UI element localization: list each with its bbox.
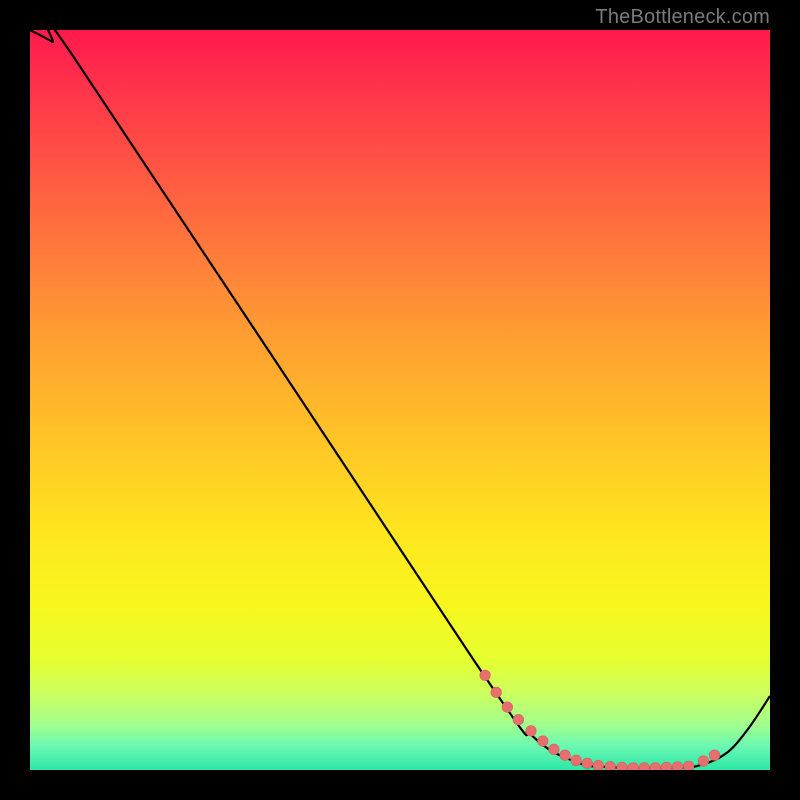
curve-dot — [549, 744, 560, 755]
curve-dot — [650, 763, 661, 771]
curve-dot — [617, 762, 628, 770]
curve-dot — [683, 761, 694, 770]
curve-dot — [526, 726, 537, 737]
curve-dot — [698, 756, 709, 767]
curve-dot — [628, 763, 639, 771]
curve-dot — [709, 750, 720, 761]
curve-dot — [502, 702, 513, 713]
curve-dot — [639, 763, 650, 771]
curve-sample-dots — [480, 670, 720, 770]
curve-dot — [672, 762, 683, 770]
watermark-label: TheBottleneck.com — [595, 6, 770, 29]
curve-dot — [661, 762, 672, 770]
curve-dot — [513, 714, 524, 725]
chart-overlay — [30, 30, 770, 770]
curve-dot — [571, 755, 582, 766]
curve-dot — [538, 736, 549, 747]
chart-container: { "watermark": "TheBottleneck.com", "col… — [0, 0, 800, 800]
curve-dot — [480, 670, 491, 681]
bottleneck-curve — [30, 30, 770, 768]
curve-dot — [605, 761, 616, 770]
curve-dot — [491, 687, 502, 698]
curve-dot — [582, 758, 593, 769]
curve-dot — [593, 760, 604, 770]
curve-dot — [560, 750, 571, 761]
